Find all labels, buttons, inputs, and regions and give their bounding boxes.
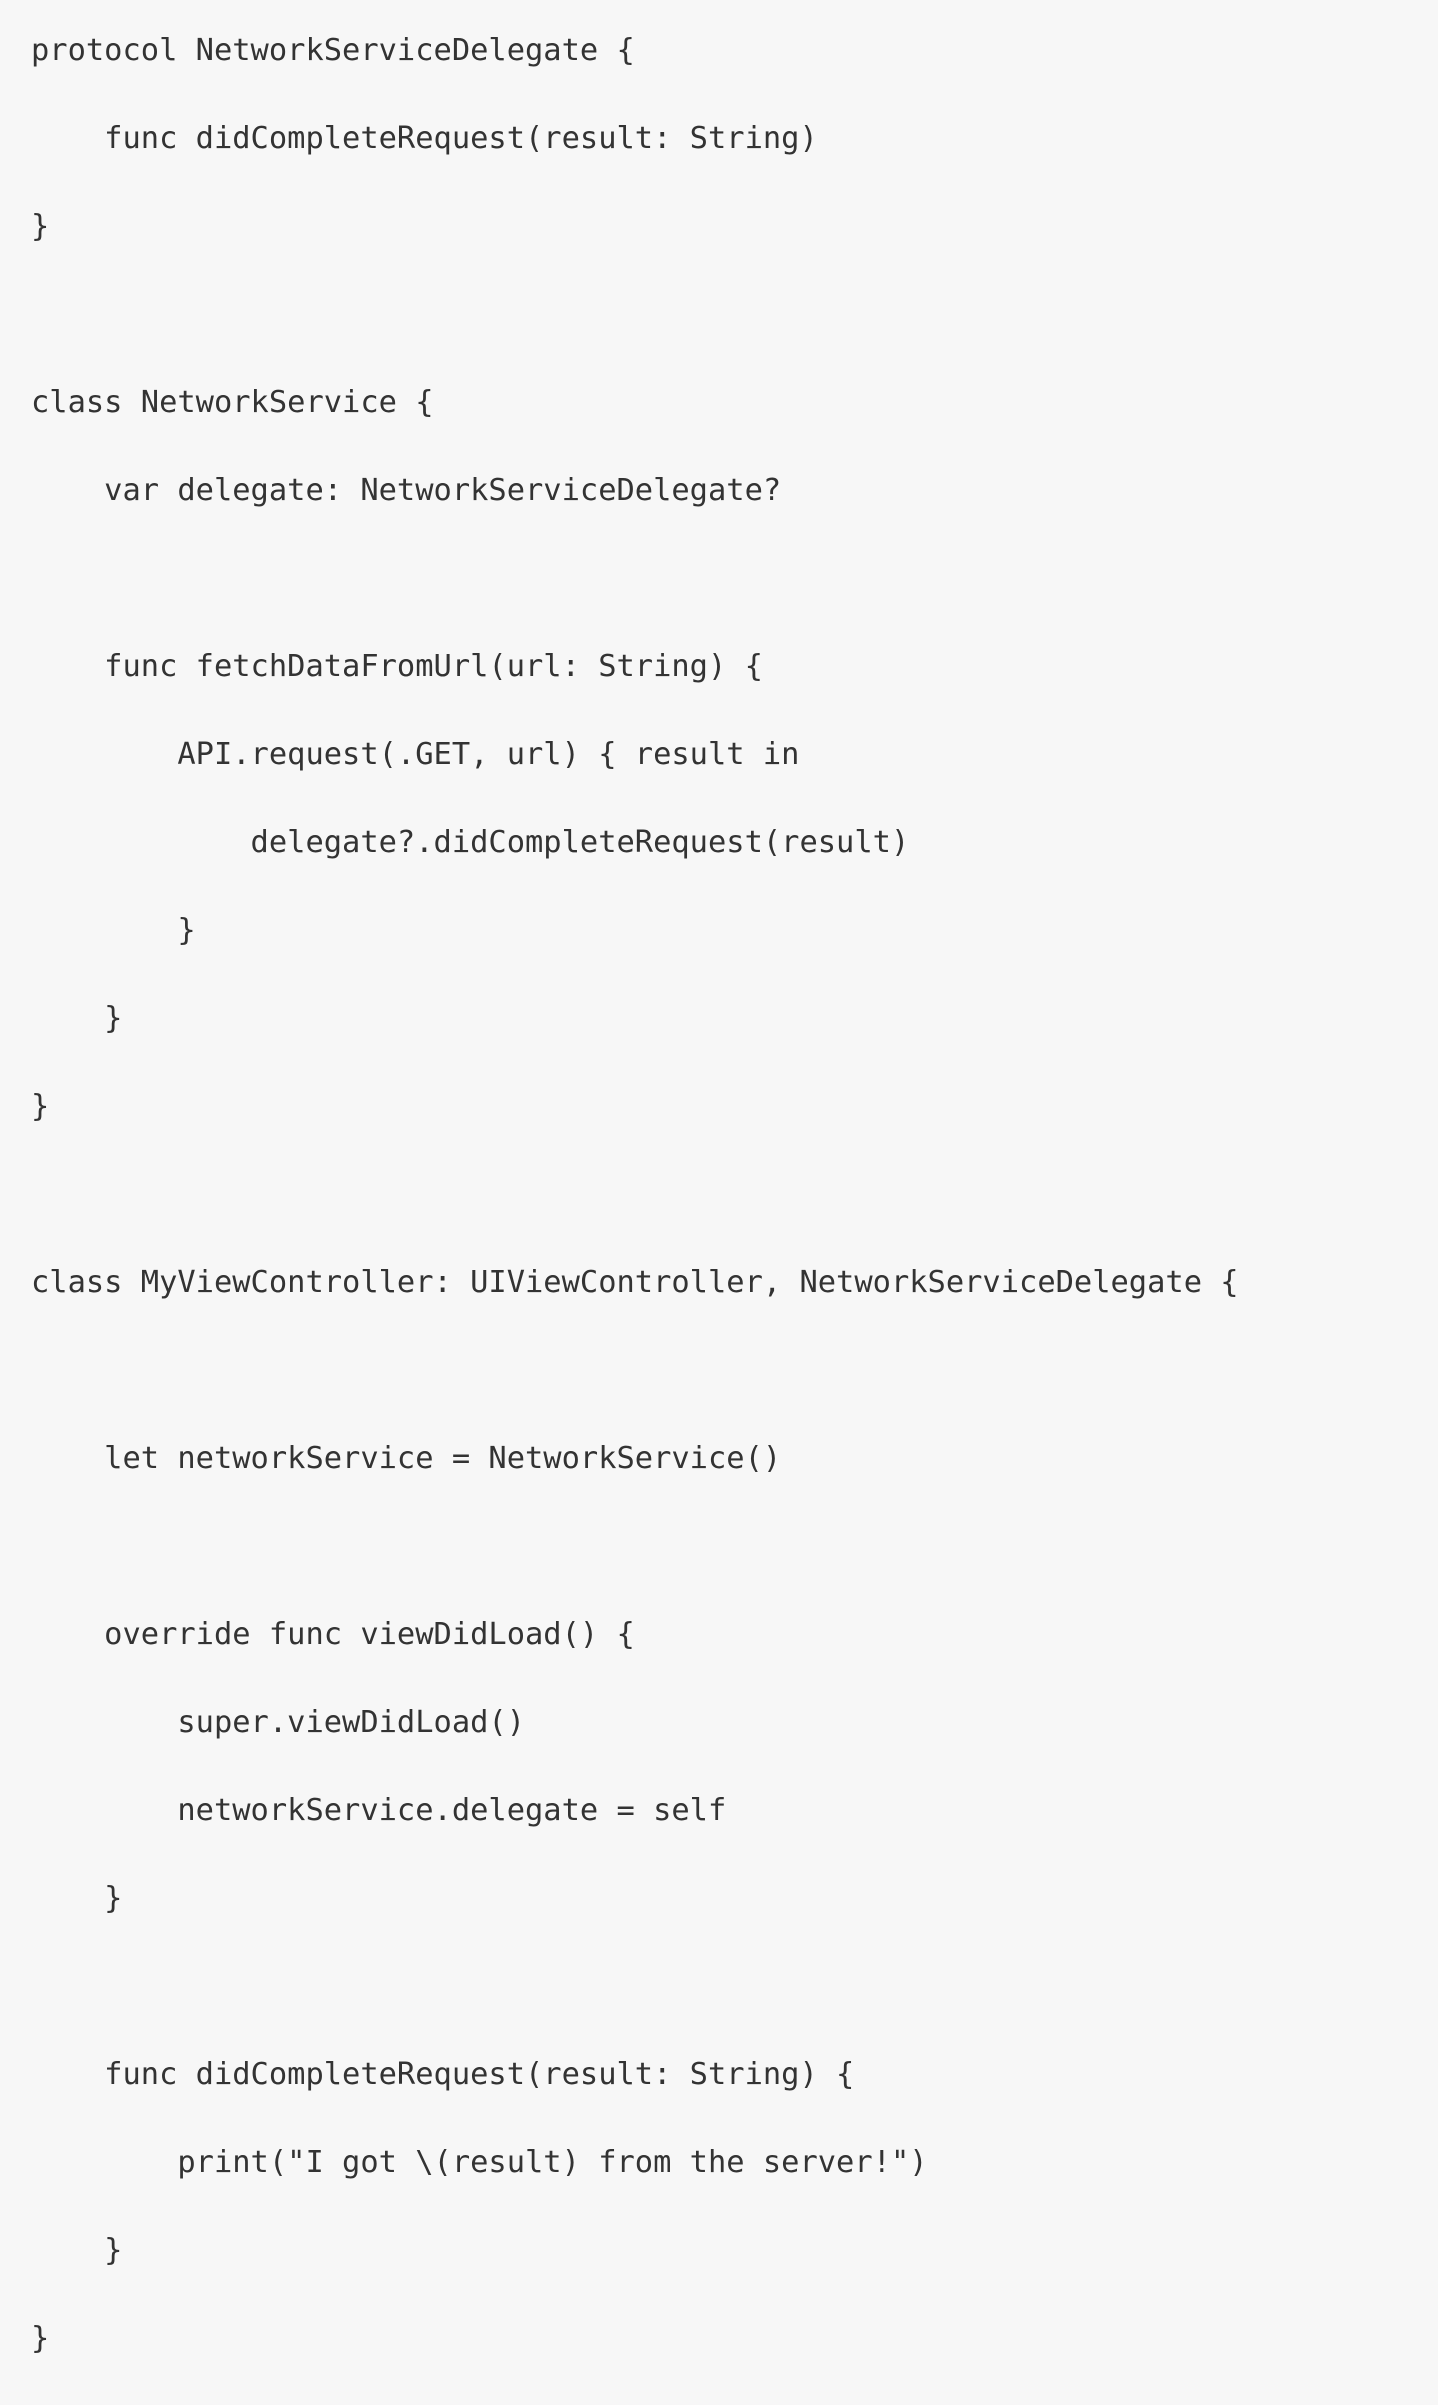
code-line: var delegate: NetworkServiceDelegate? — [31, 473, 782, 508]
code-line: } — [31, 2321, 50, 2356]
code-line: } — [31, 1001, 123, 1036]
code-line: print("I got \(result) from the server!"… — [31, 2145, 928, 2180]
code-line: class MyViewController: UIViewController… — [31, 1265, 1239, 1300]
code-line: super.viewDidLoad() — [31, 1705, 526, 1740]
code-line: func didCompleteRequest(result: String) — [31, 121, 818, 156]
code-line: func didCompleteRequest(result: String) … — [31, 2057, 855, 2092]
code-line: networkService.delegate = self — [31, 1793, 727, 1828]
code-line: } — [31, 209, 50, 244]
code-line: func fetchDataFromUrl(url: String) { — [31, 649, 763, 684]
code-line: let networkService = NetworkService() — [31, 1441, 782, 1476]
code-line: class NetworkService { — [31, 385, 434, 420]
code-line: } — [31, 913, 196, 948]
code-line: protocol NetworkServiceDelegate { — [31, 33, 635, 68]
code-line: } — [31, 1881, 123, 1916]
code-line: } — [31, 2233, 123, 2268]
code-line: API.request(.GET, url) { result in — [31, 737, 800, 772]
code-line: override func viewDidLoad() { — [31, 1617, 635, 1652]
code-line: delegate?.didCompleteRequest(result) — [31, 825, 910, 860]
code-block: protocol NetworkServiceDelegate { func d… — [31, 29, 1239, 2405]
code-line: } — [31, 1089, 50, 1124]
